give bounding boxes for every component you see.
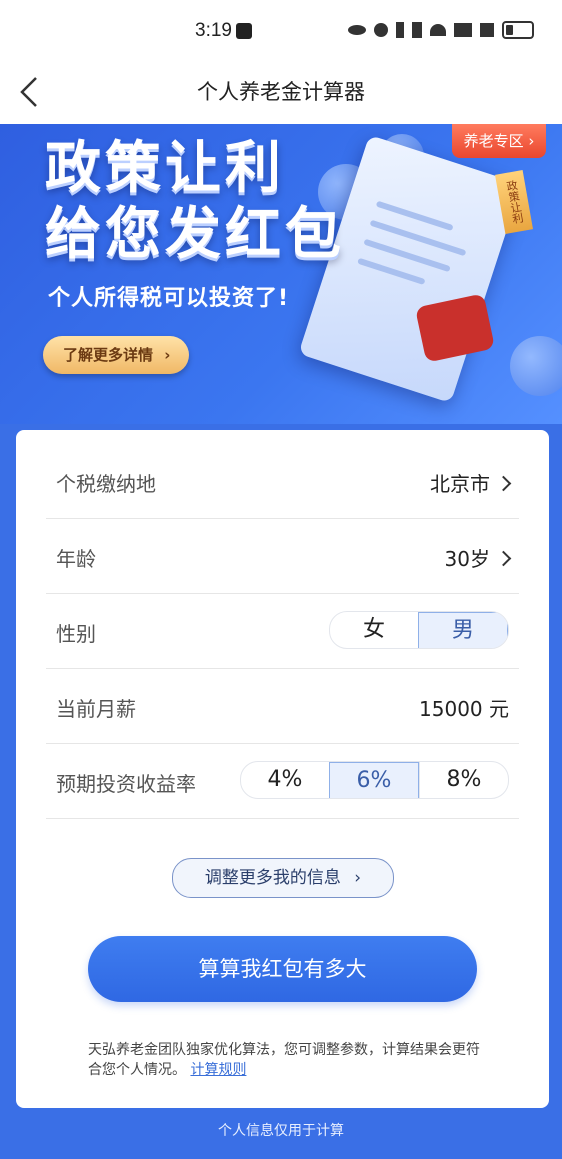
row-age[interactable]: 年龄 30岁 [46, 519, 519, 594]
gender-option-female[interactable]: 女 [330, 612, 418, 648]
rate-option-4[interactable]: 4% [241, 762, 329, 798]
salary-label: 当前月薪 [56, 697, 136, 721]
eye-icon [348, 25, 366, 35]
privacy-footer: 个人信息仅用于计算 [218, 1123, 344, 1139]
bluetooth-icon [396, 22, 404, 38]
age-value-text: 30岁 [444, 547, 490, 571]
disclaimer: 天弘养老金团队独家优化算法，您可调整参数，计算结果会更符合您个人情况。 计算规则 [88, 1040, 488, 1080]
row-rate: 预期投资收益率 4% 6% 8% [46, 744, 519, 819]
location-value-text: 北京市 [430, 472, 490, 496]
notification-icon [236, 23, 252, 39]
banner-line-1: 政策让利 [45, 136, 285, 201]
location-value[interactable]: 北京市 [430, 468, 512, 497]
signal-2-icon [480, 23, 494, 37]
row-salary[interactable]: 当前月薪 15000 元 [46, 669, 519, 744]
location-label: 个税缴纳地 [56, 472, 156, 496]
adjust-info-button[interactable]: 调整更多我的信息 › [172, 858, 394, 898]
rate-option-6[interactable]: 6% [329, 762, 419, 798]
age-value[interactable]: 30岁 [444, 543, 512, 572]
battery-icon [502, 21, 534, 39]
row-location[interactable]: 个税缴纳地 北京市 [46, 444, 519, 519]
page-title: 个人养老金计算器 [197, 80, 365, 104]
status-bar: 3:19 [0, 0, 562, 62]
adjust-info-label: 调整更多我的信息 [204, 868, 341, 888]
calculator-card: 个税缴纳地 北京市 年龄 30岁 性别 女 男 当前月薪 15000 元 预期投… [16, 430, 549, 1108]
age-label: 年龄 [56, 547, 96, 571]
pension-zone-button[interactable]: 养老专区 › [452, 124, 546, 158]
coin-icon [510, 336, 562, 396]
promo-banner[interactable]: 政策让利 政策让利 给您发红包 个人所得税可以投资了! 了解更多详情 › 养老专… [0, 124, 562, 424]
status-time: 3:19 [195, 20, 232, 41]
calculate-button[interactable]: 算算我红包有多大 [88, 936, 477, 1002]
rate-toggle: 4% 6% 8% [240, 761, 509, 799]
learn-more-label: 了解更多详情 [63, 346, 154, 364]
calc-rules-link[interactable]: 计算规则 [190, 1062, 246, 1078]
disclaimer-text: 天弘养老金团队独家优化算法，您可调整参数，计算结果会更符合您个人情况。 [88, 1042, 480, 1078]
signal-icon [454, 23, 472, 37]
banner-headline: 政策让利 给您发红包 [45, 136, 345, 268]
rate-option-8[interactable]: 8% [419, 762, 508, 798]
salary-value[interactable]: 15000 元 [419, 693, 509, 722]
row-gender: 性别 女 男 [46, 594, 519, 669]
wifi-icon [430, 24, 446, 36]
banner-subtitle: 个人所得税可以投资了! [48, 286, 290, 311]
gender-toggle: 女 男 [329, 611, 509, 649]
chevron-right-icon: › [354, 868, 362, 888]
chevron-right-icon: › [528, 132, 535, 150]
alarm-icon [374, 23, 388, 37]
chevron-right-icon: › [164, 346, 171, 364]
chevron-right-icon [495, 475, 512, 492]
pension-zone-label: 养老专区 [463, 132, 524, 150]
rate-label: 预期投资收益率 [56, 772, 196, 796]
learn-more-button[interactable]: 了解更多详情 › [43, 336, 189, 374]
status-icons [348, 21, 534, 39]
banner-line-2: 给您发红包 [45, 202, 345, 267]
chevron-right-icon [495, 550, 512, 567]
vibrate-icon [412, 22, 422, 38]
gender-option-male[interactable]: 男 [418, 612, 508, 648]
nav-header: 个人养老金计算器 [0, 62, 562, 124]
gender-label: 性别 [56, 622, 96, 646]
